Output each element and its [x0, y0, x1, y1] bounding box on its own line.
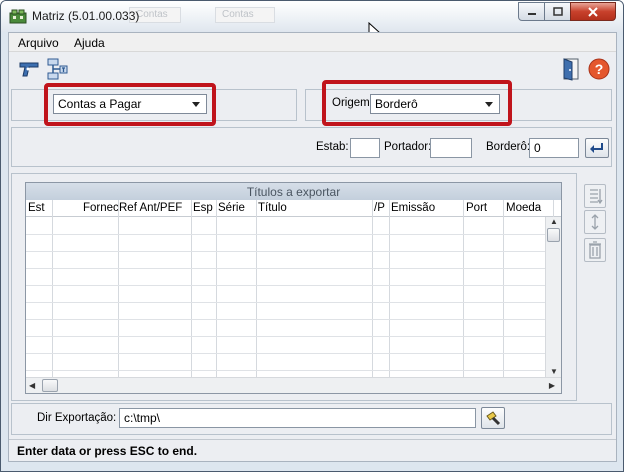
vertical-scroll-thumb[interactable]	[547, 228, 560, 242]
flashlight-icon	[486, 411, 501, 426]
pistol-tool-button[interactable]	[17, 57, 41, 81]
minimize-button[interactable]	[518, 2, 545, 21]
close-icon	[588, 6, 598, 17]
origem-highlight	[322, 80, 512, 126]
help-icon: ?	[588, 58, 610, 80]
grid-row-divider	[26, 285, 554, 286]
browse-button[interactable]	[481, 407, 505, 429]
network-icon	[47, 58, 68, 80]
maximize-button[interactable]	[544, 2, 571, 21]
scroll-up-icon[interactable]: ▲	[550, 217, 558, 226]
grid-body	[26, 200, 554, 378]
trash-icon	[589, 241, 601, 259]
horizontal-scroll-thumb[interactable]	[42, 379, 58, 392]
grid-row-divider	[26, 370, 554, 371]
close-button[interactable]	[570, 2, 616, 21]
grid-column-divider	[118, 200, 119, 378]
pistol-icon	[19, 62, 39, 77]
grid-row-divider	[26, 319, 554, 320]
export-dir-input[interactable]: c:\tmp\	[119, 408, 476, 428]
bordero-input[interactable]: 0	[529, 138, 579, 158]
menu-ajuda[interactable]: Ajuda	[74, 36, 105, 50]
window-title: Matriz (5.01.00.033)	[32, 9, 140, 23]
portador-label: Portador:	[384, 141, 432, 153]
scroll-down-icon[interactable]: ▼	[550, 367, 558, 376]
menu-bar: Arquivo Ajuda	[9, 33, 616, 52]
horizontal-scrollbar[interactable]: ◀ ▶	[26, 377, 561, 393]
grid-row-divider	[26, 234, 554, 235]
help-button[interactable]: ?	[587, 57, 611, 81]
delete-button[interactable]	[584, 238, 606, 262]
vertical-scrollbar[interactable]: ▲ ▼	[545, 217, 561, 378]
titles-grid[interactable]: Títulos a exportar Est Fornec Ref Ant/PE…	[25, 182, 562, 394]
grid-title: Títulos a exportar	[26, 183, 561, 200]
portador-input[interactable]	[430, 138, 472, 158]
estab-label: Estab:	[316, 141, 349, 153]
export-dir-label: Dir Exportação:	[37, 412, 117, 424]
grid-row-divider	[26, 268, 554, 269]
toolbar: ?	[9, 52, 616, 86]
grid-column-divider	[389, 200, 390, 378]
grid-row-divider	[26, 336, 554, 337]
minimize-icon	[527, 12, 536, 15]
status-bar: Enter data or press ESC to end.	[9, 439, 616, 461]
enter-button[interactable]	[585, 138, 609, 158]
scroll-right-icon[interactable]: ▶	[549, 381, 555, 390]
menu-arquivo[interactable]: Arquivo	[18, 36, 59, 50]
bordero-label: Borderô:	[486, 141, 531, 153]
application-window: Contas Contas Matriz (5.01.00.033) Arqui…	[0, 0, 624, 472]
maximize-icon	[552, 7, 563, 16]
list-arrow-icon	[590, 189, 603, 205]
scroll-left-icon[interactable]: ◀	[29, 381, 35, 390]
tipo-highlight	[44, 83, 216, 126]
grid-column-divider	[216, 200, 217, 378]
grid-column-divider	[191, 200, 192, 378]
grid-column-divider	[463, 200, 464, 378]
grid-row-divider	[26, 353, 554, 354]
move-up-button[interactable]	[584, 184, 606, 208]
status-text: Enter data or press ESC to end.	[17, 444, 198, 458]
grid-column-divider	[256, 200, 257, 378]
network-tool-button[interactable]	[45, 57, 69, 81]
move-down-button[interactable]	[584, 210, 606, 234]
client-area: Arquivo Ajuda ? Contas a Pagar Origem: B…	[8, 32, 617, 462]
grid-column-divider	[372, 200, 373, 378]
background-tab: Contas	[215, 7, 275, 23]
app-icon	[9, 9, 27, 24]
grid-column-divider	[52, 200, 53, 378]
window-controls	[518, 2, 616, 21]
enter-arrow-icon	[590, 143, 603, 153]
grid-row-divider	[26, 302, 554, 303]
exit-button[interactable]	[559, 57, 583, 81]
estab-input[interactable]	[350, 138, 380, 158]
grid-row-divider	[26, 251, 554, 252]
title-bar[interactable]: Contas Contas Matriz (5.01.00.033)	[1, 1, 623, 32]
exit-door-icon	[563, 58, 579, 81]
grid-column-divider	[503, 200, 504, 378]
svg-text:?: ?	[595, 61, 604, 77]
move-arrow-icon	[591, 214, 599, 230]
